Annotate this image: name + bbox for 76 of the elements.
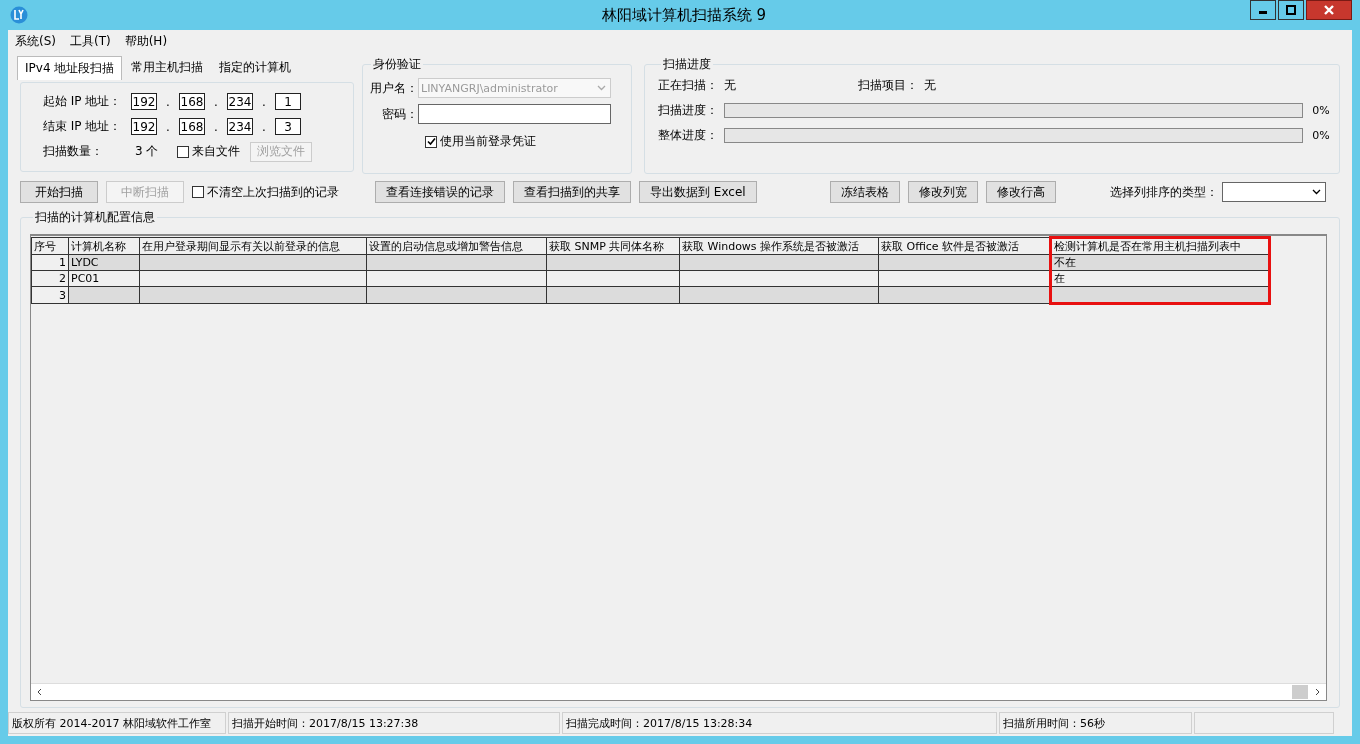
status-bar-panel: 扫描完成时间：2017/8/15 13:28:34: [562, 712, 997, 734]
ip-separator: .: [213, 94, 219, 109]
password-label: 密码：: [381, 105, 418, 123]
toolbar-button[interactable]: 查看连接错误的记录: [375, 181, 505, 203]
ip-separator: .: [261, 119, 267, 134]
scanning-label: 正在扫描：: [658, 77, 719, 94]
keep-records-checkbox[interactable]: [192, 186, 204, 198]
status-bar-panel: 版权所有 2014-2017 林阳域软件工作室: [8, 712, 226, 734]
progress-reading: 0%: [1311, 104, 1331, 117]
column-header[interactable]: 在用户登录期间显示有关以前登录的信息: [139, 237, 367, 255]
progress-reading: 0%: [1311, 129, 1331, 142]
from-file-label: 来自文件: [192, 143, 240, 160]
ip-separator: .: [165, 119, 171, 134]
scrollbar-thumb[interactable]: [1292, 685, 1308, 699]
minimize-button[interactable]: [1250, 0, 1276, 20]
toolbar-button[interactable]: 导出数据到 Excel: [639, 181, 757, 203]
status-bar-panel: 扫描所用时间：56秒: [999, 712, 1192, 734]
from-file-checkbox[interactable]: [177, 145, 189, 158]
menu-item[interactable]: 工具(T): [70, 33, 111, 49]
ip-octet-field[interactable]: 3: [275, 118, 301, 135]
column-header[interactable]: 检测计算机是否在常用主机扫描列表中: [1050, 237, 1270, 255]
keep-records-label: 不清空上次扫描到的记录: [207, 183, 339, 201]
menu-item[interactable]: 帮助(H): [124, 33, 168, 49]
column-header[interactable]: 获取 Office 软件是否被激活: [878, 237, 1051, 255]
toolbar-button[interactable]: 修改行高: [985, 181, 1056, 203]
sort-type-label: 选择列排序的类型：: [1109, 183, 1218, 201]
toolbar-button[interactable]: 查看扫描到的共享: [513, 181, 631, 203]
username-label: 用户名：: [369, 79, 418, 97]
ip-octet-field[interactable]: 192: [131, 118, 157, 135]
column-header[interactable]: 序号: [31, 237, 69, 255]
scan-tab[interactable]: IPv4 地址段扫描: [17, 56, 123, 80]
scan-tab[interactable]: 常用主机扫描: [124, 56, 211, 80]
scanning-value: 无: [724, 77, 737, 94]
ip-octet-field[interactable]: 168: [179, 93, 205, 110]
end-ip-label: 结束 IP 地址：: [43, 118, 123, 135]
window-title: 林阳域计算机扫描系统 9: [600, 5, 768, 25]
ip-octet-field[interactable]: 234: [227, 93, 253, 110]
ip-separator: .: [261, 94, 267, 109]
sort-type-combobox[interactable]: [1221, 182, 1326, 202]
close-icon: [1323, 4, 1335, 16]
column-header[interactable]: 获取 SNMP 共同体名称: [546, 237, 680, 255]
ip-separator: .: [213, 119, 219, 134]
app-logo-icon: [10, 6, 28, 24]
ip-octet-field[interactable]: 234: [227, 118, 253, 135]
dropdown-caret-icon: [597, 85, 606, 91]
ip-octet-field[interactable]: 192: [131, 93, 157, 110]
scan-item-value: 无: [924, 77, 936, 94]
horizontal-scrollbar[interactable]: [31, 683, 1326, 700]
scan-item-label: 扫描项目：: [858, 77, 919, 94]
progress-group-title: 扫描进度: [662, 56, 712, 73]
auth-group-title: 身份验证: [372, 56, 422, 73]
toolbar-button[interactable]: 开始扫描: [20, 181, 98, 203]
use-current-credentials-checkbox[interactable]: [425, 135, 437, 148]
status-bar-panel: 扫描开始时间：2017/8/15 13:27:38: [228, 712, 560, 734]
dropdown-caret-icon: [1311, 189, 1321, 195]
column-header[interactable]: 设置的启动信息或增加警告信息: [366, 237, 547, 255]
table-group-title: 扫描的计算机配置信息: [34, 209, 156, 226]
progress-label: 扫描进度：: [658, 102, 719, 119]
start-ip-label: 起始 IP 地址：: [43, 93, 123, 110]
ip-octet-field[interactable]: 1: [275, 93, 301, 110]
menu-item[interactable]: 系统(S): [15, 33, 56, 49]
use-current-credentials-label: 使用当前登录凭证: [440, 133, 536, 150]
column-header[interactable]: 计算机名称: [68, 237, 140, 255]
maximize-button[interactable]: [1278, 0, 1304, 20]
close-button[interactable]: [1306, 0, 1352, 20]
progress-label: 整体进度：: [658, 127, 719, 144]
ip-octet-field[interactable]: 168: [179, 118, 205, 135]
scan-count-label: 扫描数量：: [43, 143, 104, 160]
column-header[interactable]: 获取 Windows 操作系统是否被激活: [679, 237, 879, 255]
ip-separator: .: [165, 94, 171, 109]
maximize-icon: [1286, 5, 1296, 15]
scan-count: 3 个: [134, 143, 160, 160]
scan-tab[interactable]: 指定的计算机: [212, 56, 299, 80]
password-field[interactable]: [418, 104, 611, 124]
toolbar-button[interactable]: 修改列宽: [907, 181, 978, 203]
toolbar-button[interactable]: 冻结表格: [829, 181, 900, 203]
